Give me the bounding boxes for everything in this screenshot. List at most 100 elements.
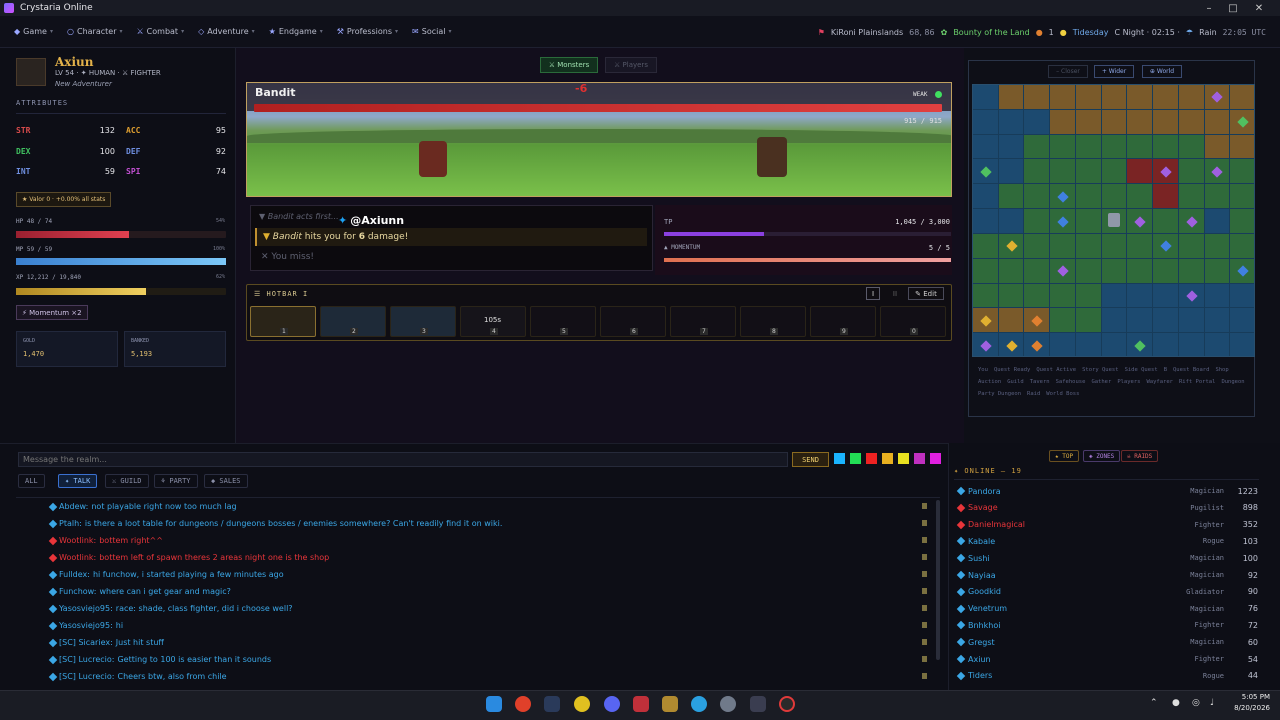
taskbar-date[interactable]: 8/20/2026: [1224, 704, 1270, 712]
online-player-row[interactable]: Danielmagical Fighter 352: [956, 518, 1258, 532]
telegram-icon[interactable]: [691, 696, 707, 712]
chat-tab-all[interactable]: ALL: [18, 474, 45, 488]
location-name[interactable]: KiRoni Plainslands: [831, 28, 903, 37]
chat-author[interactable]: Yasosviejo95:: [59, 621, 113, 630]
tab-monsters[interactable]: ⚔ Monsters: [540, 57, 598, 73]
hotbar-slot[interactable]: 9: [810, 306, 876, 337]
chip-zones[interactable]: ◈ ZONES: [1083, 450, 1121, 462]
chat-author[interactable]: Ptalh:: [59, 519, 82, 528]
online-player-row[interactable]: Tiders Rogue 44: [956, 669, 1258, 683]
hotbar-slot[interactable]: 0: [880, 306, 946, 337]
chat-author[interactable]: Wootlink:: [59, 553, 96, 562]
brave-icon[interactable]: [515, 696, 531, 712]
flag-icon[interactable]: [922, 639, 927, 645]
tray-chevron-icon[interactable]: ⌃: [1150, 698, 1158, 708]
minimize-icon[interactable]: –: [1196, 0, 1222, 16]
chip-raids[interactable]: ☠ RAIDS: [1121, 450, 1159, 462]
map-closer-button[interactable]: – Closer: [1048, 65, 1088, 78]
hotbar-slot[interactable]: 6: [600, 306, 666, 337]
flag-icon[interactable]: [922, 554, 927, 560]
hotbar-slot[interactable]: 5: [530, 306, 596, 337]
chat-tab-talk[interactable]: ✦ TALK: [58, 474, 98, 488]
nav-combat[interactable]: ⚔ Combat ▾: [137, 27, 185, 36]
nav-social[interactable]: ✉ Social ▾: [412, 27, 451, 36]
chat-tab-sales[interactable]: ◆ SALES: [204, 474, 248, 488]
chat-author[interactable]: Yasosviejo95:: [59, 604, 113, 613]
color-swatch[interactable]: [898, 453, 909, 464]
online-player-row[interactable]: Savage Pugilist 898: [956, 501, 1258, 515]
online-player-row[interactable]: Venetrum Magician 76: [956, 602, 1258, 616]
hotbar-slot[interactable]: 1: [250, 306, 316, 337]
chat-author[interactable]: Fulldex:: [59, 570, 90, 579]
enemy-sprite[interactable]: [757, 137, 787, 177]
flag-icon[interactable]: [922, 605, 927, 611]
app-red-icon[interactable]: [633, 696, 649, 712]
flag-icon[interactable]: [922, 520, 927, 526]
minimap[interactable]: [972, 84, 1255, 357]
hotbar-page-2[interactable]: II: [888, 287, 902, 300]
flag-icon[interactable]: [922, 537, 927, 543]
flag-icon[interactable]: [922, 622, 927, 628]
color-swatch[interactable]: [914, 453, 925, 464]
chat-author[interactable]: Funchow:: [59, 587, 96, 596]
close-icon[interactable]: ✕: [1246, 0, 1272, 16]
steam-icon[interactable]: [544, 696, 560, 712]
wifi-icon[interactable]: ◎: [1192, 698, 1200, 708]
nav-endgame[interactable]: ★ Endgame ▾: [269, 27, 323, 36]
hotbar-slot[interactable]: 8: [740, 306, 806, 337]
chat-author[interactable]: Wootlink:: [59, 536, 96, 545]
map-wider-button[interactable]: + Wider: [1094, 65, 1134, 78]
valor-badge[interactable]: ★ Valor 0 · +0.00% all stats: [16, 192, 112, 207]
volume-icon[interactable]: ♩: [1210, 698, 1214, 708]
avatar[interactable]: [16, 58, 46, 86]
chrome-icon[interactable]: [574, 696, 590, 712]
chat-input[interactable]: [18, 452, 788, 467]
color-swatch[interactable]: [882, 453, 893, 464]
color-swatch[interactable]: [834, 453, 845, 464]
chat-scrollbar[interactable]: [936, 500, 940, 660]
nav-professions[interactable]: ⚒ Professions ▾: [337, 27, 398, 36]
nav-game[interactable]: ◆ Game ▾: [14, 27, 53, 36]
hotbar-slot[interactable]: 3: [390, 306, 456, 337]
chip-top[interactable]: ★ TOP: [1049, 450, 1080, 462]
chat-author[interactable]: Abdew:: [59, 502, 88, 511]
hotbar-slot[interactable]: 7: [670, 306, 736, 337]
online-player-row[interactable]: Nayiaa Magician 92: [956, 568, 1258, 582]
flag-icon[interactable]: [922, 673, 927, 679]
chat-author[interactable]: [SC] Sicariex:: [59, 638, 113, 647]
send-button[interactable]: SEND: [792, 452, 829, 467]
flag-icon[interactable]: [922, 656, 927, 662]
taskbar-time[interactable]: 5:05 PM: [1224, 693, 1270, 701]
hotbar-slot[interactable]: 2: [320, 306, 386, 337]
online-player-row[interactable]: Pandora Magician 1223: [956, 484, 1258, 498]
flag-icon[interactable]: [922, 571, 927, 577]
chat-tab-guild[interactable]: ⚔ GUILD: [105, 474, 149, 488]
chat-author[interactable]: [SC] Lucrecio:: [59, 672, 114, 681]
chat-tab-party[interactable]: ⚘ PARTY: [154, 474, 198, 488]
chat-author[interactable]: [SC] Lucrecio:: [59, 655, 114, 664]
flag-icon[interactable]: [922, 503, 927, 509]
color-swatch[interactable]: [850, 453, 861, 464]
color-swatch[interactable]: [930, 453, 941, 464]
league-icon[interactable]: [662, 696, 678, 712]
map-world-button[interactable]: ⊕ World: [1142, 65, 1182, 78]
online-player-row[interactable]: Axiun Fighter 54: [956, 652, 1258, 666]
online-player-row[interactable]: Gregst Magician 60: [956, 635, 1258, 649]
record-icon[interactable]: [779, 696, 795, 712]
discord-icon[interactable]: [604, 696, 620, 712]
flag-icon[interactable]: [922, 588, 927, 594]
online-player-row[interactable]: Bnhkhoi Fighter 72: [956, 618, 1258, 632]
maximize-icon[interactable]: □: [1220, 0, 1246, 16]
nav-adventure[interactable]: ◇ Adventure ▾: [198, 27, 255, 36]
online-player-row[interactable]: Kabale Rogue 103: [956, 534, 1258, 548]
nav-character[interactable]: ○ Character ▾: [67, 27, 123, 36]
start-icon[interactable]: [486, 696, 502, 712]
online-player-row[interactable]: Goodkid Gladiator 90: [956, 585, 1258, 599]
crystaria-taskbar-icon[interactable]: [750, 696, 766, 712]
hotbar-page-1[interactable]: I: [866, 287, 880, 300]
mic-icon[interactable]: ●: [1172, 698, 1180, 708]
tab-players[interactable]: ⚔ Players: [605, 57, 657, 73]
color-swatch[interactable]: [866, 453, 877, 464]
online-player-row[interactable]: Sushi Magician 100: [956, 551, 1258, 565]
hotbar-edit-button[interactable]: ✎ Edit: [908, 287, 944, 300]
